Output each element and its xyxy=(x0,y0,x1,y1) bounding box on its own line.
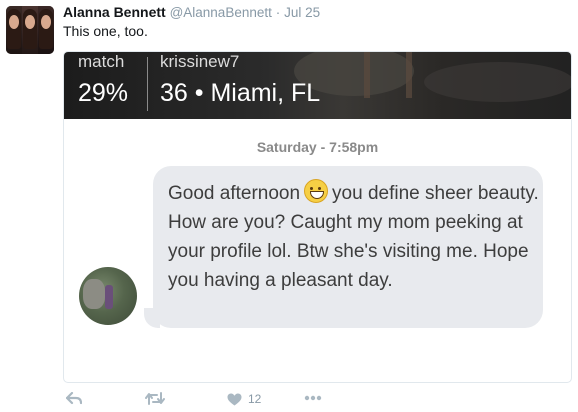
avatar-photo-3 xyxy=(38,6,54,54)
grinning-face-emoji-icon xyxy=(304,179,329,203)
message-text: Good afternoon you define sheer beauty. H… xyxy=(168,179,540,295)
like-count: 12 xyxy=(248,392,262,406)
tweet-actions: 12 xyxy=(0,384,578,412)
message-part-1: Good afternoon xyxy=(168,183,301,204)
sender-avatar xyxy=(79,267,137,325)
separator-dot: · xyxy=(275,5,281,20)
tweet-media[interactable]: match 29% krissinew7 36 • Miami, FL Satu… xyxy=(63,51,572,383)
message-timestamp: Saturday - 7:58pm xyxy=(256,139,379,155)
age-location: 36 • Miami, FL xyxy=(160,79,321,107)
username: krissinew7 xyxy=(160,52,240,71)
bubble-tail xyxy=(144,308,160,328)
avatar-photo-1 xyxy=(6,6,22,54)
reply-button[interactable] xyxy=(66,392,82,405)
retweet-button[interactable] xyxy=(145,392,165,405)
more-icon xyxy=(304,395,322,401)
author-avatar[interactable] xyxy=(6,6,54,54)
author-name[interactable]: Alanna Bennett xyxy=(63,4,166,20)
match-value: 29% xyxy=(78,79,129,107)
tweet-header: Alanna Bennett @AlannaBennett · Jul 25 xyxy=(63,4,320,20)
like-button[interactable]: 12 xyxy=(227,392,261,406)
banner-divider xyxy=(147,57,148,111)
retweet-icon xyxy=(145,392,165,405)
match-label: match xyxy=(78,52,125,71)
profile-banner: match 29% krissinew7 36 • Miami, FL xyxy=(64,52,571,119)
tweet-text: This one, too. xyxy=(63,23,148,39)
reply-icon xyxy=(66,392,82,405)
tweet-date[interactable]: Jul 25 xyxy=(284,5,320,20)
avatar-photo-2 xyxy=(22,6,38,54)
heart-icon xyxy=(227,393,242,405)
author-handle[interactable]: @AlannaBennett xyxy=(170,5,272,20)
more-button[interactable] xyxy=(304,395,322,401)
